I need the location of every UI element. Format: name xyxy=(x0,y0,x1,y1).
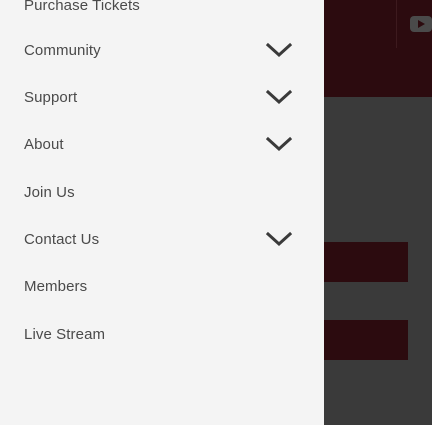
menu-item-join-us[interactable]: Join Us xyxy=(0,172,324,212)
menu-item-live-stream[interactable]: Live Stream xyxy=(0,314,324,354)
menu-item-label: Join Us xyxy=(24,183,75,201)
chevron-down-icon[interactable] xyxy=(266,136,292,152)
menu-item-contact-us[interactable]: Contact Us xyxy=(0,219,324,259)
chevron-down-icon[interactable] xyxy=(266,231,292,247)
menu-item-purchase-tickets[interactable]: Purchase Tickets xyxy=(0,0,324,25)
menu-item-label: Support xyxy=(24,88,78,106)
menu-item-label: Live Stream xyxy=(24,325,106,343)
menu-item-community[interactable]: Community xyxy=(0,30,324,70)
youtube-icon[interactable] xyxy=(410,16,432,32)
menu-item-support[interactable]: Support xyxy=(0,77,324,117)
menu-item-members[interactable]: Members xyxy=(0,266,324,306)
chevron-down-icon[interactable] xyxy=(266,89,292,105)
menu-item-label: About xyxy=(24,135,64,153)
menu-item-about[interactable]: About xyxy=(0,124,324,164)
chevron-down-icon[interactable] xyxy=(266,42,292,58)
menu-item-label: Members xyxy=(24,277,88,295)
navigation-drawer: Purchase Tickets Community Support About… xyxy=(0,0,324,425)
menu-item-label: Contact Us xyxy=(24,230,100,248)
menu-item-label: Purchase Tickets xyxy=(24,0,140,14)
header-divider xyxy=(396,0,397,48)
menu-item-label: Community xyxy=(24,41,101,59)
